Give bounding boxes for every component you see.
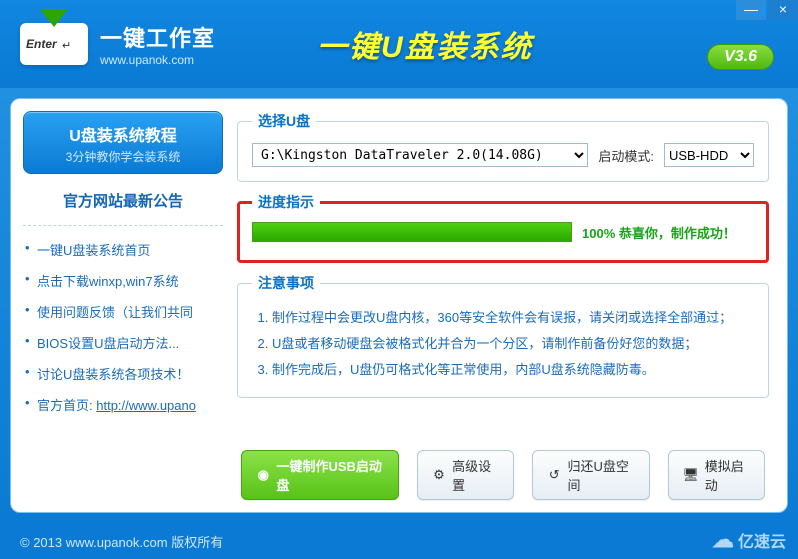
notes-legend: 注意事项 (252, 273, 320, 293)
restore-button[interactable]: ↺ 归还U盘空间 (532, 450, 650, 500)
progress-group: 进度指示 100% 恭喜你，制作成功！ (237, 192, 769, 263)
sidebar-item[interactable]: 讨论U盘装系统各项技术！ (23, 358, 223, 389)
sidebar: U盘装系统教程 3分钟教你学会装系统 官方网站最新公告 一键U盘装系统首页 点击… (23, 111, 223, 500)
boot-mode-select[interactable]: USB-HDD (664, 143, 754, 167)
progress-text: 100% 恭喜你，制作成功！ (582, 223, 736, 242)
brand-name: 一键工作室 (100, 21, 215, 53)
notes-group: 注意事项 制作过程中会更改U盘内核，360等安全软件会有误报，请关闭或选择全部通… (237, 273, 769, 398)
enter-arrow-icon: ↵ (62, 39, 71, 52)
main-area: 选择U盘 G:\Kingston DataTraveler 2.0(14.08G… (237, 111, 769, 500)
advanced-button[interactable]: ⚙ 高级设置 (417, 450, 514, 500)
select-drive-legend: 选择U盘 (252, 111, 316, 131)
app-title: 一键U盘装系统 (317, 22, 533, 66)
sidebar-item-home[interactable]: 官方首页: http://www.upano (23, 389, 223, 420)
window-controls: — × (734, 0, 798, 20)
announcement-heading: 官方网站最新公告 (23, 190, 223, 211)
home-link[interactable]: http://www.upano (96, 398, 196, 413)
sidebar-item[interactable]: 使用问题反馈（让我们共同 (23, 296, 223, 327)
enter-text: Enter (26, 37, 57, 51)
note-item: U盘或者移动硬盘会被格式化并合为一个分区，请制作前备份好您的数据； (272, 331, 754, 357)
sidebar-item[interactable]: 点击下载winxp,win7系统 (23, 265, 223, 296)
gear-icon: ⚙ (432, 467, 446, 483)
logo: Enter ↵ 一键工作室 www.upanok.com (20, 21, 215, 67)
make-usb-button[interactable]: ◉ 一键制作USB启动盘 (241, 450, 399, 500)
note-item: 制作过程中会更改U盘内核，360等安全软件会有误报，请关闭或选择全部通过； (272, 305, 754, 331)
boot-mode-label: 启动模式: (598, 146, 654, 165)
drive-select[interactable]: G:\Kingston DataTraveler 2.0(14.08G) (252, 143, 588, 167)
version-badge: V3.6 (707, 44, 774, 70)
brand-url: www.upanok.com (100, 53, 215, 67)
watermark: ☁ 亿速云 (712, 527, 786, 553)
footer: © 2013 www.upanok.com 版权所有 (0, 523, 798, 559)
simulate-button[interactable]: 🖥 模拟启动 (668, 450, 765, 500)
restore-icon: ↺ (547, 467, 561, 483)
tutorial-title: U盘装系统教程 (30, 122, 216, 146)
copyright: © 2013 www.upanok.com 版权所有 (20, 532, 223, 551)
divider (23, 225, 223, 226)
sidebar-list: 一键U盘装系统首页 点击下载winxp,win7系统 使用问题反馈（让我们共同 … (23, 234, 223, 420)
cloud-icon: ☁ (712, 527, 734, 553)
tutorial-button[interactable]: U盘装系统教程 3分钟教你学会装系统 (23, 111, 223, 174)
minimize-button[interactable]: — (736, 0, 766, 20)
monitor-icon: 🖥 (683, 467, 699, 483)
header: Enter ↵ 一键工作室 www.upanok.com 一键U盘装系统 V3.… (0, 0, 798, 88)
progress-bar (252, 222, 572, 242)
progress-legend: 进度指示 (252, 192, 320, 212)
disc-icon: ◉ (256, 467, 270, 483)
tutorial-subtitle: 3分钟教你学会装系统 (30, 148, 216, 165)
select-drive-group: 选择U盘 G:\Kingston DataTraveler 2.0(14.08G… (237, 111, 769, 182)
enter-key-icon: Enter ↵ (20, 23, 88, 65)
close-button[interactable]: × (768, 0, 798, 20)
note-item: 制作完成后，U盘仍可格式化等正常使用，内部U盘系统隐藏防毒。 (272, 357, 754, 383)
main-panel: U盘装系统教程 3分钟教你学会装系统 官方网站最新公告 一键U盘装系统首页 点击… (10, 98, 788, 513)
sidebar-item[interactable]: 一键U盘装系统首页 (23, 234, 223, 265)
sidebar-item[interactable]: BIOS设置U盘启动方法... (23, 327, 223, 358)
action-bar: ◉ 一键制作USB启动盘 ⚙ 高级设置 ↺ 归还U盘空间 🖥 模拟启动 (237, 442, 769, 500)
